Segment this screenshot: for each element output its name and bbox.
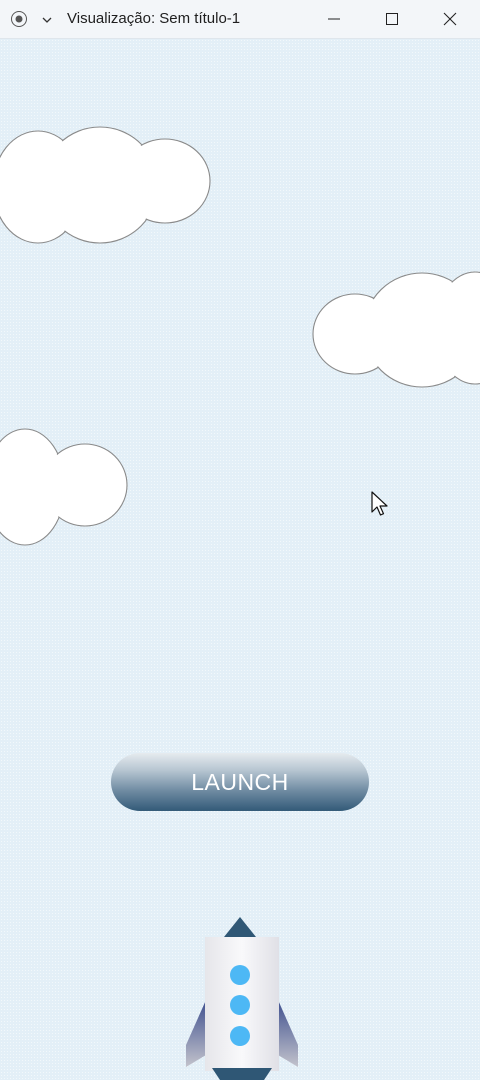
maximize-button[interactable]	[370, 0, 414, 38]
rocket-nose	[224, 917, 256, 937]
title-bar: Visualização: Sem título-1	[0, 0, 480, 39]
rocket-window-3	[230, 1026, 250, 1046]
cloud-1	[0, 126, 211, 244]
minimize-icon	[328, 18, 340, 20]
maximize-icon	[386, 13, 398, 25]
launch-button-label: LAUNCH	[191, 768, 289, 795]
record-icon[interactable]	[10, 10, 28, 28]
launch-button[interactable]: LAUNCH	[111, 753, 369, 811]
cloud-2	[312, 271, 480, 388]
cloud-3	[0, 428, 128, 546]
rocket-window-1	[230, 965, 250, 985]
sky-canvas: LAUNCH	[0, 39, 480, 1080]
rocket-fin-right	[278, 1000, 298, 1067]
close-icon	[443, 12, 457, 26]
rocket	[186, 917, 298, 1080]
close-button[interactable]	[428, 0, 472, 38]
chevron-down-icon[interactable]	[40, 13, 54, 25]
rocket-fin-left	[186, 1000, 206, 1067]
mouse-cursor-icon	[371, 491, 388, 516]
minimize-button[interactable]	[312, 0, 356, 38]
rocket-base	[212, 1068, 272, 1080]
window-title: Visualização: Sem título-1	[67, 10, 241, 27]
rocket-window-2	[230, 995, 250, 1015]
